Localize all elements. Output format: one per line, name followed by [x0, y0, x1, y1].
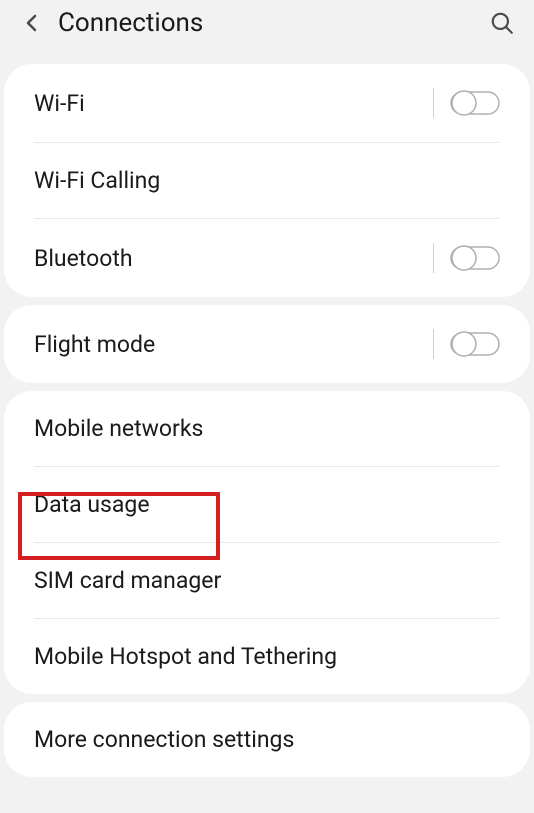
sim-card-manager-row[interactable]: SIM card manager [4, 543, 530, 618]
header: Connections [0, 0, 534, 56]
flight-mode-switch-container [433, 329, 500, 359]
mobile-hotspot-row[interactable]: Mobile Hotspot and Tethering [4, 619, 530, 694]
search-icon[interactable] [488, 9, 516, 37]
mobile-networks-label: Mobile networks [34, 415, 500, 442]
wifi-calling-label: Wi-Fi Calling [34, 167, 500, 194]
mobile-hotspot-label: Mobile Hotspot and Tethering [34, 643, 500, 670]
wifi-calling-row[interactable]: Wi-Fi Calling [4, 143, 530, 218]
more-connection-settings-row[interactable]: More connection settings [4, 702, 530, 777]
data-usage-row[interactable]: Data usage [4, 467, 530, 542]
bluetooth-row[interactable]: Bluetooth [4, 219, 530, 297]
more-connection-settings-label: More connection settings [34, 726, 500, 753]
back-icon[interactable] [18, 9, 46, 37]
wifi-switch-container [433, 88, 500, 118]
mobile-networks-row[interactable]: Mobile networks [4, 391, 530, 466]
switch-divider [433, 88, 434, 118]
wifi-label: Wi-Fi [34, 90, 433, 117]
bluetooth-toggle[interactable] [450, 244, 500, 272]
bluetooth-switch-container [433, 243, 500, 273]
flight-mode-label: Flight mode [34, 331, 433, 358]
flight-mode-row[interactable]: Flight mode [4, 305, 530, 383]
wifi-toggle[interactable] [450, 89, 500, 117]
bluetooth-label: Bluetooth [34, 245, 433, 272]
settings-group-1: Wi-Fi Wi-Fi Calling Bluetooth [4, 64, 530, 297]
settings-group-4: More connection settings [4, 702, 530, 777]
settings-group-2: Flight mode [4, 305, 530, 383]
sim-card-manager-label: SIM card manager [34, 567, 500, 594]
settings-group-3: Mobile networks Data usage SIM card mana… [4, 391, 530, 694]
data-usage-label: Data usage [34, 491, 500, 518]
page-title: Connections [58, 8, 488, 38]
flight-mode-toggle[interactable] [450, 330, 500, 358]
switch-divider [433, 329, 434, 359]
wifi-row[interactable]: Wi-Fi [4, 64, 530, 142]
switch-divider [433, 243, 434, 273]
